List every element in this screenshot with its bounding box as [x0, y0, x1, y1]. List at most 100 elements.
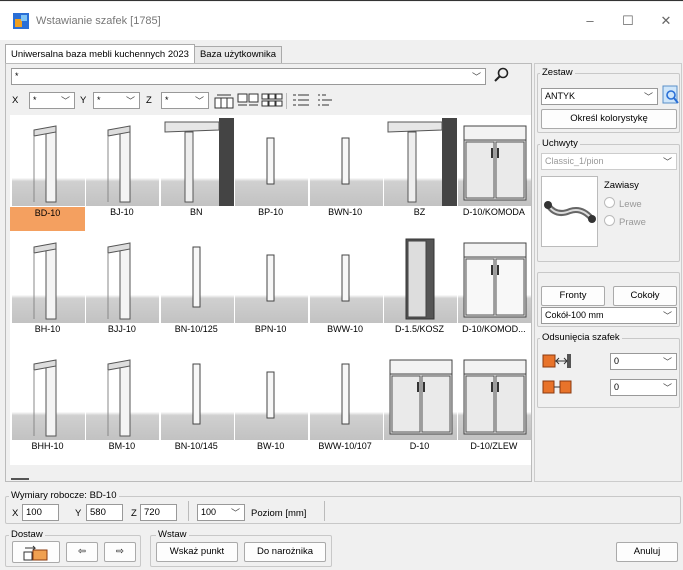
- separator: [324, 501, 325, 521]
- wymiary-z-label: Z: [131, 508, 137, 519]
- chevron-down-icon: ﹀: [125, 96, 135, 106]
- toolbar-separator: [286, 93, 287, 109]
- catalog-item-thumbnail: [12, 235, 85, 323]
- catalog-item[interactable]: D-1.5/KOSZ: [382, 232, 457, 350]
- offset-cabinet-icon: [542, 380, 572, 394]
- zestaw-combo[interactable]: ANTYK ﹀: [541, 88, 658, 105]
- catalog-item[interactable]: BW-10: [233, 349, 309, 467]
- odsuniecie-1-value: 0: [614, 356, 620, 366]
- tab-uniwersalna-baza[interactable]: Uniwersalna baza mebli kuchennych 2023: [5, 44, 195, 63]
- catalog-item[interactable]: D-10/KOMODA: [456, 115, 532, 233]
- fronty-button[interactable]: Fronty: [541, 286, 605, 306]
- insert-cabinet-icon[interactable]: [213, 92, 235, 110]
- tab-baza-uzytkownika[interactable]: Baza użytkownika: [193, 46, 283, 63]
- catalog-item[interactable]: BJ-10: [84, 115, 160, 233]
- poziom-combo[interactable]: 100 ﹀: [197, 504, 245, 521]
- catalog-item[interactable]: BN-10/145: [159, 349, 234, 467]
- catalog-item[interactable]: BWW-10: [308, 232, 383, 350]
- catalog-item[interactable]: BWN-10: [308, 115, 383, 233]
- x-filter-combo[interactable]: * ﹀: [29, 92, 75, 109]
- catalog-item[interactable]: BZ: [382, 115, 457, 233]
- chevron-down-icon: ﹀: [662, 157, 672, 167]
- dostaw-cabinet-button[interactable]: [12, 541, 60, 563]
- wymiary-x-label: X: [12, 508, 19, 519]
- large-icons-view-icon[interactable]: [237, 92, 259, 110]
- list-view-icon[interactable]: [291, 92, 311, 110]
- cokoly-button[interactable]: Cokoły: [613, 286, 677, 306]
- zestaw-value: ANTYK: [545, 91, 576, 101]
- cokol-combo[interactable]: Cokół-100 mm ﹀: [541, 307, 677, 324]
- minimize-button[interactable]: –: [580, 13, 600, 28]
- maximize-button[interactable]: ☐: [618, 13, 638, 29]
- x-filter-value: *: [33, 95, 37, 105]
- title-bar: Wstawianie szafek [1785] – ☐ ✕: [0, 2, 683, 40]
- catalog-item-thumbnail: [12, 118, 85, 206]
- horizontal-scrollbar[interactable]: [11, 478, 29, 480]
- catalog-item[interactable]: BP-10: [233, 115, 309, 233]
- okresl-kolorystyke-button[interactable]: Określ kolorystykę: [541, 109, 677, 129]
- catalog-item-label: D-10: [409, 441, 430, 451]
- z-filter-value: *: [165, 95, 169, 105]
- catalog-item[interactable]: BJJ-10: [84, 232, 160, 350]
- window: Wstawianie szafek [1785] – ☐ ✕ Uniwersal…: [0, 0, 683, 570]
- catalog-item-label: BHH-10: [31, 441, 64, 451]
- catalog-item[interactable]: BN: [159, 115, 234, 233]
- wymiary-title: Wymiary robocze: BD-10: [9, 490, 119, 501]
- search-filter-combo[interactable]: * ﹀: [11, 68, 486, 85]
- catalog-item[interactable]: BM-10: [84, 349, 160, 467]
- catalog-item-label: D-10/KOMODA: [462, 207, 525, 217]
- odsuniecie-1-combo[interactable]: 0 ﹀: [610, 353, 677, 370]
- dostaw-next-button[interactable]: ⇨: [104, 542, 136, 562]
- small-icons-view-icon[interactable]: [261, 92, 283, 110]
- catalog-item-thumbnail: [384, 235, 457, 323]
- catalog-item[interactable]: BPN-10: [233, 232, 309, 350]
- wymiary-y-input[interactable]: 580: [86, 504, 123, 521]
- catalog-item-thumbnail: [160, 235, 234, 323]
- poziom-value: 100: [201, 507, 217, 517]
- anuluj-button[interactable]: Anuluj: [616, 542, 678, 562]
- search-icon[interactable]: [494, 67, 510, 83]
- catalog-item-label: BWW-10: [327, 324, 364, 334]
- catalog-item[interactable]: BD-10: [10, 115, 85, 233]
- odsuniecie-2-combo[interactable]: 0 ﹀: [610, 379, 677, 396]
- zestaw-preview-icon[interactable]: [662, 85, 680, 105]
- catalog-item[interactable]: BWW-10/107: [308, 349, 383, 467]
- catalog-item[interactable]: BN-10/125: [159, 232, 234, 350]
- wymiary-z-input[interactable]: 720: [140, 504, 177, 521]
- catalog-item-thumbnail: [86, 235, 160, 323]
- catalog-item-label: BWN-10: [328, 207, 363, 217]
- cokol-value: Cokół-100 mm: [545, 310, 604, 320]
- y-filter-combo[interactable]: * ﹀: [93, 92, 140, 109]
- dostaw-title: Dostaw: [9, 529, 45, 540]
- window-title: Wstawianie szafek [1785]: [36, 15, 161, 27]
- catalog-item-thumbnail: [12, 352, 85, 440]
- lewe-radio[interactable]: Lewe: [604, 197, 642, 210]
- catalog-item-label: BM-10: [108, 441, 136, 451]
- catalog-item-label: BPN-10: [254, 324, 287, 334]
- catalog-item-label: BWW-10/107: [318, 441, 372, 451]
- prawe-radio[interactable]: Prawe: [604, 215, 646, 228]
- catalog-item[interactable]: D-10: [382, 349, 457, 467]
- close-button[interactable]: ✕: [656, 13, 676, 29]
- catalog-item-label: BP-10: [258, 207, 284, 217]
- catalog-item[interactable]: BHH-10: [10, 349, 85, 467]
- wymiary-x-input[interactable]: 100: [22, 504, 59, 521]
- do-naroznika-button[interactable]: Do narożnika: [244, 542, 326, 562]
- cabinet-catalog-grid: BD-10 BJ-10 BN BP-10 BWN-10 BZ D-10/KOMODA BH-1…: [10, 115, 532, 467]
- wskaz-punkt-button[interactable]: Wskaż punkt: [156, 542, 238, 562]
- details-view-icon[interactable]: [316, 92, 336, 110]
- z-filter-combo[interactable]: * ﹀: [161, 92, 209, 109]
- chevron-down-icon: ﹀: [662, 383, 672, 393]
- catalog-item-thumbnail: [309, 352, 383, 440]
- chevron-down-icon: ﹀: [643, 92, 653, 102]
- catalog-item[interactable]: D-10/KOMOD...: [456, 232, 532, 350]
- catalog-item[interactable]: D-10/ZLEW: [456, 349, 532, 467]
- dostaw-prev-button[interactable]: ⇦: [66, 542, 98, 562]
- catalog-item-thumbnail: [309, 118, 383, 206]
- catalog-item-label: BN-10/145: [174, 441, 218, 451]
- catalog-item[interactable]: BH-10: [10, 232, 85, 350]
- catalog-item-label: BH-10: [34, 324, 61, 334]
- uchwyty-combo[interactable]: Classic_1/pion ﹀: [541, 153, 677, 170]
- catalog-item-thumbnail: [235, 118, 309, 206]
- y-filter-label: Y: [80, 95, 87, 106]
